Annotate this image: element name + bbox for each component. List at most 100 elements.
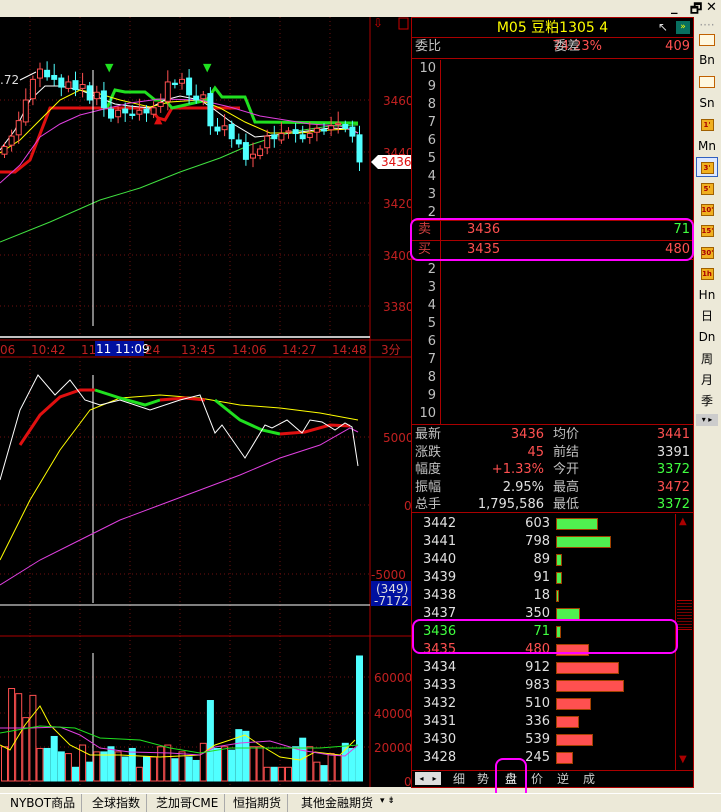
- arrow-down-icon[interactable]: ⇩: [373, 16, 383, 30]
- scroll-up-icon[interactable]: ▲: [679, 516, 687, 527]
- price-tick: 3400: [383, 249, 412, 263]
- tab-global-index[interactable]: 全球指数: [86, 794, 148, 812]
- scroll-thumb[interactable]: [677, 600, 692, 630]
- tab-deals[interactable]: 成: [578, 771, 600, 787]
- candle: [242, 142, 249, 160]
- ask-level-row[interactable]: 7: [412, 114, 693, 132]
- period-button[interactable]: 30': [696, 242, 718, 262]
- ask-level-label: 8: [427, 97, 436, 112]
- ladder-row[interactable]: 3440 89: [412, 551, 674, 569]
- close-button[interactable]: ✕: [706, 0, 717, 15]
- ladder-row[interactable]: 3439 91: [412, 569, 674, 587]
- period-button[interactable]: 1h: [696, 263, 718, 283]
- bid-level-label: 10: [419, 406, 436, 421]
- volume-bar: [107, 746, 115, 782]
- toolbar-scroll-icon[interactable]: ▾ ▸: [696, 414, 718, 427]
- chart-line-icon[interactable]: [696, 72, 718, 92]
- period-button[interactable]: 日: [696, 306, 718, 326]
- volume-bar: [320, 765, 328, 782]
- candle: [207, 93, 214, 127]
- tab-cme[interactable]: 芝加哥CME: [150, 794, 226, 812]
- tab-price[interactable]: 价: [526, 771, 548, 787]
- period-button[interactable]: Dn: [696, 327, 718, 347]
- stat-value: 3372: [656, 462, 690, 477]
- period-button[interactable]: 季: [696, 391, 718, 411]
- ask-level-row[interactable]: 8: [412, 96, 693, 114]
- ask-level-row[interactable]: 6: [412, 132, 693, 150]
- ladder-row[interactable]: 3441 798: [412, 533, 674, 551]
- ladder-row[interactable]: 3431 336: [412, 713, 674, 731]
- ask-level-row[interactable]: 10: [412, 60, 693, 78]
- candle: [200, 94, 207, 100]
- ladder-row[interactable]: 3432 510: [412, 695, 674, 713]
- ask-level-row[interactable]: 5: [412, 150, 693, 168]
- ladder-row[interactable]: 3428 245: [412, 749, 674, 767]
- volume-bar: [199, 742, 207, 782]
- tab-scroll-left-icon[interactable]: ◂: [415, 772, 428, 785]
- bid-level-row[interactable]: 10: [412, 405, 693, 423]
- ladder-row[interactable]: 3430 539: [412, 731, 674, 749]
- bid-level-row[interactable]: 5: [412, 315, 693, 333]
- market-tabs-bar: NYBOT商品 全球指数 芝加哥CME 恒指期货 其他金融期货 ▾ ⇟: [0, 793, 721, 812]
- period-button[interactable]: 10': [696, 199, 718, 219]
- ladder-row[interactable]: 3442 603: [412, 515, 674, 533]
- bid-level-row[interactable]: 2: [412, 261, 693, 279]
- stat-row: 幅度 +1.33% 今开 3372: [412, 461, 693, 479]
- ladder-row[interactable]: 3434 912: [412, 659, 674, 677]
- bid-level-row[interactable]: 6: [412, 333, 693, 351]
- stat-label: 均价: [553, 427, 580, 442]
- bid-level-row[interactable]: 9: [412, 387, 693, 405]
- dropdown-icon[interactable]: ▾ ⇟: [380, 796, 395, 806]
- ask-level-row[interactable]: 9: [412, 78, 693, 96]
- period-button[interactable]: Mn: [696, 136, 718, 156]
- tab-nybot[interactable]: NYBOT商品: [4, 794, 83, 812]
- period-button[interactable]: Hn: [696, 285, 718, 305]
- kline-chart[interactable]: ⇩ .72 ▼ ▼ ▲ 3460 3440 3420 3400 3380 343…: [0, 0, 412, 790]
- period-button[interactable]: 月: [696, 370, 718, 390]
- ladder-volume: 603: [525, 516, 550, 531]
- period-toolbar: ···· Bn Sn 1' Mn 3' 5' 10' 15' 30' 1h Hn 日 Dn 周月季 ▾ ▸: [694, 17, 721, 437]
- stat-row: 振幅 2.95% 最高 3472: [412, 479, 693, 497]
- volume-bar: [270, 766, 278, 782]
- period-button[interactable]: 15': [696, 221, 718, 241]
- ask-level-row[interactable]: 4: [412, 168, 693, 186]
- candle: [122, 108, 129, 114]
- bid-level-row[interactable]: 7: [412, 351, 693, 369]
- tab-trend[interactable]: 势: [472, 771, 494, 787]
- bid-level-row[interactable]: 4: [412, 297, 693, 315]
- period-button[interactable]: Bn: [696, 50, 718, 70]
- volume-bar: [277, 766, 285, 782]
- ladder-row[interactable]: 3438 18: [412, 587, 674, 605]
- period-button[interactable]: 周: [696, 349, 718, 369]
- bid-level-row[interactable]: 8: [412, 369, 693, 387]
- time-tick: 14:48: [332, 343, 367, 357]
- ladder-volume: 912: [525, 660, 550, 675]
- tab-scroll-right-icon[interactable]: ▸: [428, 772, 441, 785]
- time-tick: 14:27: [282, 343, 317, 357]
- chart-bars-icon[interactable]: [696, 29, 718, 49]
- period-button[interactable]: 1': [696, 114, 718, 134]
- tab-hsi-futures[interactable]: 恒指期货: [227, 794, 289, 812]
- ask-level-label: 4: [427, 169, 436, 184]
- tab-other-financial[interactable]: 其他金融期货: [295, 794, 379, 812]
- scroll-down-icon[interactable]: ▼: [679, 754, 687, 765]
- period-label: Sn: [699, 95, 715, 110]
- period-button[interactable]: Sn: [696, 93, 718, 113]
- candle: [271, 134, 278, 140]
- ladder-price: 3441: [423, 534, 457, 549]
- ladder-row[interactable]: 3433 983: [412, 677, 674, 695]
- ladder-price: 3442: [423, 516, 457, 531]
- stat-value: 45: [527, 444, 544, 460]
- volume-bar: [128, 747, 136, 782]
- ask-level-row[interactable]: 3: [412, 186, 693, 204]
- period-button[interactable]: 5': [696, 178, 718, 198]
- tab-reverse[interactable]: 逆: [552, 771, 574, 787]
- period-label[interactable]: 3分: [381, 343, 401, 357]
- candle: [115, 109, 122, 118]
- pointer-icon[interactable]: ↖: [658, 20, 668, 34]
- minimize-button[interactable]: _: [671, 0, 678, 15]
- tab-detail[interactable]: 细: [448, 771, 470, 787]
- period-button[interactable]: 3': [696, 156, 718, 177]
- bid-level-row[interactable]: 3: [412, 279, 693, 297]
- expand-icon[interactable]: »: [676, 21, 690, 34]
